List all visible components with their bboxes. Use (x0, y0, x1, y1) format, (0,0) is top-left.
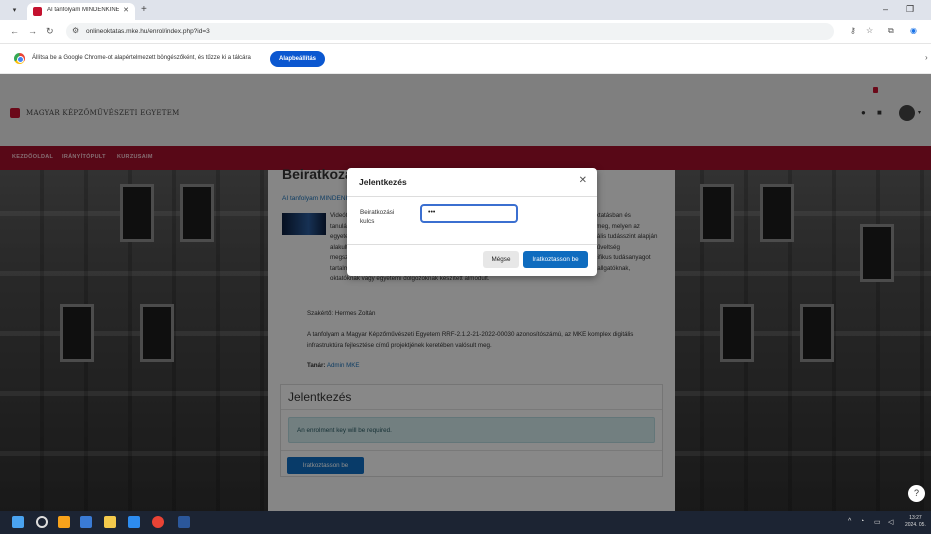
divider (347, 196, 597, 197)
extensions-icon[interactable]: ⧉ (888, 26, 894, 36)
file-explorer-icon[interactable] (104, 516, 116, 528)
tab-title: AI tanfolyam MINDENKINEK | M (47, 7, 119, 13)
site-info-icon[interactable]: ⚙ (72, 26, 79, 35)
set-default-button[interactable]: Alapbeállítás (270, 51, 325, 67)
minimize-icon[interactable]: – (883, 4, 888, 14)
back-icon[interactable]: ← (10, 26, 19, 36)
app-icon[interactable] (58, 516, 70, 528)
browser-tab[interactable]: AI tanfolyam MINDENKINEK | M ✕ (27, 3, 135, 20)
enrolment-key-value: ••• (428, 209, 436, 216)
tray-chevron-icon[interactable]: ^ (848, 518, 851, 525)
url-text: onlineoktatas.mke.hu/enrol/index.php?id=… (86, 28, 210, 35)
mke-favicon-icon (33, 7, 42, 16)
clock-time: 13:27 (909, 515, 922, 521)
infobar-close-icon[interactable]: › (925, 53, 928, 62)
tab-strip: ▾ AI tanfolyam MINDENKINEK | M ✕ + – ❐ (0, 0, 931, 20)
clock-date: 2024. 05. (905, 522, 926, 528)
windows-taskbar: ^ ◔ ▭ ◁ 13:27 2024. 05. (0, 511, 931, 534)
profile-icon[interactable]: ◉ (910, 26, 917, 35)
infobar-message: Állítsa be a Google Chrome-ot alapértelm… (32, 55, 251, 61)
app-icon[interactable] (128, 516, 140, 528)
chrome-logo-icon (14, 53, 25, 64)
address-bar: ← → ↻ ⚙ onlineoktatas.mke.hu/enrol/index… (0, 20, 931, 44)
chrome-taskbar-icon[interactable] (152, 516, 164, 528)
close-icon[interactable]: ✕ (579, 175, 587, 186)
help-icon[interactable]: ? (908, 485, 925, 502)
cancel-button[interactable]: Mégse (483, 251, 519, 268)
bookmark-star-icon[interactable]: ☆ (866, 26, 873, 35)
enrolment-key-dialog: Jelentkezés ✕ Beiratkozási kulcs ••• Még… (347, 168, 597, 276)
forward-icon[interactable]: → (28, 26, 37, 36)
enrol-submit-button[interactable]: Iratkoztasson be (523, 251, 588, 268)
app-icon[interactable] (80, 516, 92, 528)
new-tab-icon[interactable]: + (141, 4, 147, 15)
windows-start-icon[interactable] (12, 516, 24, 528)
omnibox[interactable]: ⚙ onlineoktatas.mke.hu/enrol/index.php?i… (66, 23, 834, 40)
volume-icon[interactable]: ◁ (888, 518, 893, 526)
dialog-title: Jelentkezés (359, 177, 407, 187)
default-browser-infobar: Állítsa be a Google Chrome-ot alapértelm… (0, 44, 931, 74)
wifi-icon[interactable]: ◔ (860, 518, 864, 525)
battery-icon[interactable]: ▭ (874, 518, 881, 526)
web-page: MAGYAR KÉPZŐMŰVÉSZETI EGYETEM ● ■ ▾ KEZD… (0, 74, 931, 511)
reload-icon[interactable]: ↻ (46, 26, 54, 37)
enrolment-key-input[interactable]: ••• (420, 204, 518, 223)
close-tab-icon[interactable]: ✕ (123, 6, 129, 14)
word-icon[interactable] (178, 516, 190, 528)
tab-search-icon[interactable]: ▾ (9, 5, 20, 16)
enrolment-key-label: Beiratkozási kulcs (360, 209, 395, 225)
modal-backdrop[interactable] (0, 74, 931, 511)
taskbar-clock[interactable]: 13:27 2024. 05. (905, 515, 926, 529)
password-key-icon[interactable]: ⚷ (850, 26, 856, 35)
restore-icon[interactable]: ❐ (906, 4, 914, 15)
divider (347, 244, 597, 245)
search-icon[interactable] (36, 516, 48, 528)
